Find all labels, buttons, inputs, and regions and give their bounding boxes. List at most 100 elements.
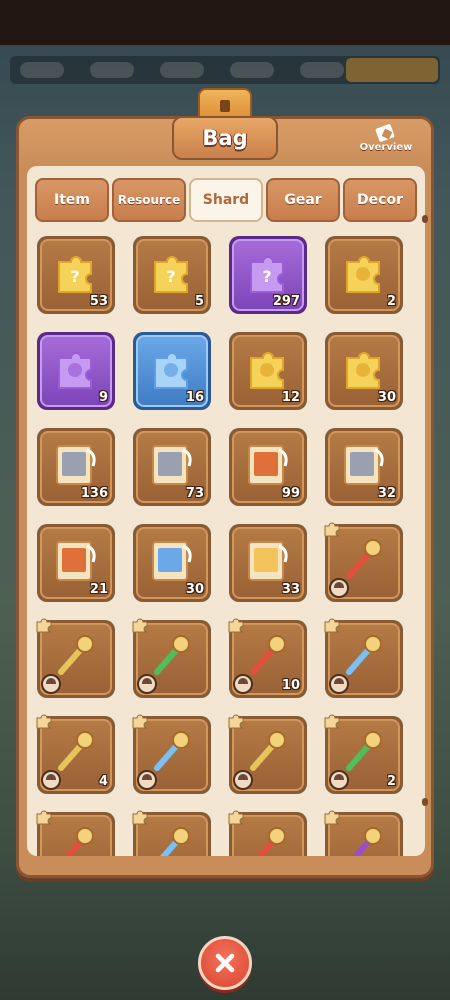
shard-item-cell[interactable] [36,618,115,698]
bag-content: Item Resource Shard Gear Decor ? 53? 5? 297… [27,166,425,856]
shard-item-cell[interactable] [228,714,307,794]
mystery-tag-icon: ? [58,256,92,293]
puzzle-piece-icon [228,714,244,729]
puzzle-piece-icon [132,618,148,633]
purple-cloak-gear-icon [352,827,382,856]
hero-silhouette-puzzle-purple-icon [58,352,92,389]
svg-text:?: ? [262,267,271,286]
puzzle-piece-icon [132,810,148,825]
tab-label: Item [54,192,90,208]
puzzle-piece-icon [132,714,148,729]
puzzle-piece-icon [228,618,244,633]
hero-avatar [233,674,253,694]
hero-avatar [137,674,157,694]
hero-card-blue-goblin-icon [152,541,192,581]
svg-text:?: ? [70,267,79,286]
tab-shard[interactable]: Shard [189,178,263,222]
shard-item-cell[interactable]: 32 [325,428,403,506]
mystery-puzzle-purple-icon: ? [250,256,284,293]
item-count: 30 [377,390,396,405]
flame-spear-gear-icon [346,539,382,579]
overview-button[interactable]: Overview [356,124,416,164]
shard-item-cell[interactable]: 2 [325,236,403,314]
overview-label: Overview [359,142,413,153]
ice-crown-gear-icon [160,827,190,856]
close-icon [215,953,235,973]
vine-staff-gear-icon [154,635,190,675]
item-count: 99 [281,486,300,501]
hero-card-mystery-icon [248,541,288,581]
scrollbar-end [422,798,428,806]
close-button[interactable] [198,936,252,990]
tab-label: Resource [117,193,181,207]
shard-item-cell[interactable]: 16 [133,332,211,410]
overview-icon [374,124,398,142]
shard-item-cell[interactable] [132,810,211,856]
item-count: 9 [98,390,108,405]
shard-item-cell[interactable]: ? 5 [133,236,211,314]
shard-item-cell[interactable]: 33 [229,524,307,602]
red-eye-ring-gear-icon [64,827,94,856]
shard-item-cell[interactable]: 2 [324,714,403,794]
svg-text:?: ? [166,267,175,286]
tab-item[interactable]: Item [35,178,109,222]
shard-item-cell[interactable] [132,714,211,794]
shard-item-cell[interactable]: 12 [229,332,307,410]
crystal-orb-staff-gear-icon [346,635,382,675]
shard-item-cell[interactable]: ? 53 [37,236,115,314]
blue-flame-crystal-icon [346,352,380,389]
shard-item-cell[interactable] [324,618,403,698]
puzzle-piece-icon [324,714,340,729]
puzzle-piece-icon [324,522,340,537]
page-title: Bag [202,126,248,150]
shard-item-cell[interactable] [324,522,403,602]
emerald-ring-gear-icon [346,731,382,771]
item-count: 73 [185,486,204,501]
shard-item-cell[interactable]: 21 [37,524,115,602]
hero-avatar [137,770,157,790]
hero-silhouette-puzzle-gold-icon [346,256,380,293]
shard-item-cell[interactable]: 4 [36,714,115,794]
item-count: 4 [98,774,108,789]
hero-card-orange-dragon-icon [248,445,288,485]
shard-item-cell[interactable] [228,810,307,856]
puzzle-piece-icon [324,618,340,633]
title-plate: Bag [172,116,278,160]
shard-item-cell[interactable]: 99 [229,428,307,506]
item-count: 297 [272,294,300,309]
puzzle-piece-icon [36,714,52,729]
item-count: 33 [281,582,300,597]
mystery-puzzle-gold-icon: ? [154,256,188,293]
shard-item-cell[interactable]: 10 [228,618,307,698]
tab-bar: Item Resource Shard Gear Decor [35,178,417,224]
shard-item-cell[interactable]: 136 [37,428,115,506]
item-count: 12 [281,390,300,405]
item-count: 10 [281,678,300,693]
item-count: 2 [386,294,396,309]
hero-avatar [329,770,349,790]
tab-label: Gear [284,192,322,208]
hero-avatar [329,674,349,694]
shard-item-cell[interactable]: 30 [133,524,211,602]
tab-decor[interactable]: Decor [343,178,417,222]
item-count: 32 [377,486,396,501]
shard-item-cell[interactable]: 73 [133,428,211,506]
item-count: 2 [386,774,396,789]
shard-item-cell[interactable] [324,810,403,856]
scrollbar-thumb[interactable] [422,215,428,223]
hero-card-armored-knight-icon [344,445,384,485]
shard-item-cell[interactable] [36,810,115,856]
shard-item-cell[interactable]: 30 [325,332,403,410]
shard-item-cell[interactable] [132,618,211,698]
tab-resource[interactable]: Resource [112,178,186,222]
item-count: 53 [89,294,108,309]
tab-gear[interactable]: Gear [266,178,340,222]
crimson-blade-gear-icon [250,635,286,675]
hero-card-white-haired-icon [56,445,96,485]
shard-item-cell[interactable]: 9 [37,332,115,410]
shard-item-cell[interactable]: ? 297 [229,236,307,314]
golden-hammer-gear-icon [58,635,94,675]
puzzle-piece-icon [36,810,52,825]
puzzle-piece-icon [324,810,340,825]
hero-card-fire-beast-icon [56,541,96,581]
